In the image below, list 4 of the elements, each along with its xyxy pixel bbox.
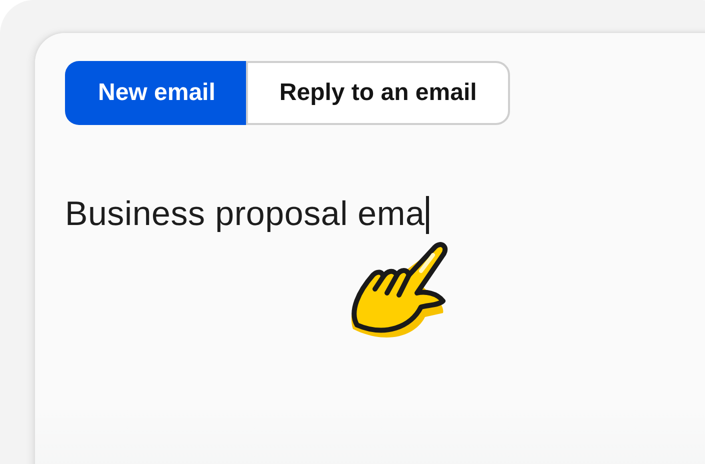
text-cursor (426, 196, 429, 234)
input-field[interactable]: Business proposal ema (65, 195, 429, 234)
mode-tab[interactable]: Reply to an email (246, 61, 510, 125)
mode-tab[interactable]: New email (65, 61, 246, 125)
